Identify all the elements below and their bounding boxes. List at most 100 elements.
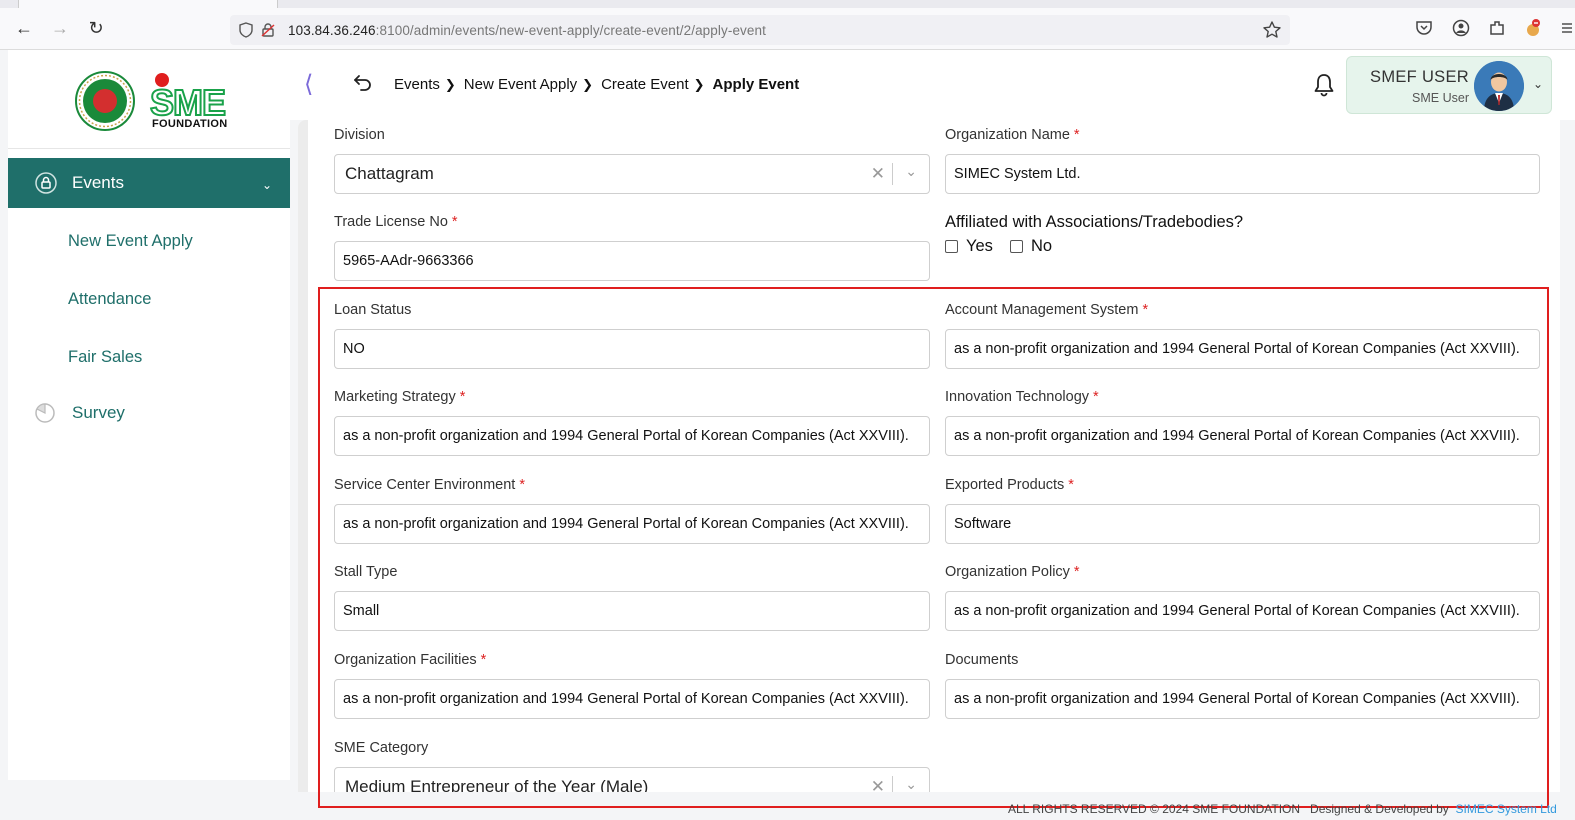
account-mgmt-label: Account Management System * — [945, 302, 1148, 318]
notification-bell-icon[interactable] — [1312, 72, 1336, 98]
exported-label: Exported Products * — [945, 477, 1074, 493]
stall-type-input[interactable]: Small — [334, 591, 930, 631]
addon-icon[interactable] — [1523, 18, 1543, 38]
user-role: SME User — [1412, 91, 1469, 105]
stall-type-label-text: Stall Type — [334, 564, 398, 580]
affiliated-yes-option[interactable]: Yes — [945, 237, 993, 256]
service-center-label: Service Center Environment * — [334, 477, 525, 493]
url-text: 103.84.36.246:8100/admin/events/new-even… — [288, 23, 766, 38]
breadcrumb-create-event[interactable]: Create Event — [601, 76, 689, 93]
sidebar-collapse-icon[interactable]: ⟨ — [304, 70, 313, 99]
required-marker: * — [459, 389, 466, 405]
lock-icon — [35, 172, 57, 194]
chevron-right-icon: ❯ — [444, 76, 456, 92]
clear-icon[interactable]: ✕ — [871, 164, 885, 184]
required-marker: * — [480, 652, 487, 668]
sidebar-subitem-new-event-apply[interactable]: New Event Apply — [68, 232, 193, 251]
required-marker: * — [1073, 564, 1080, 580]
insecure-lock-icon[interactable] — [258, 20, 278, 40]
logo-subtext: FOUNDATION — [152, 118, 228, 130]
clear-icon[interactable]: ✕ — [871, 777, 885, 792]
user-name: SMEF USER — [1370, 68, 1469, 86]
marketing-label: Marketing Strategy * — [334, 389, 465, 405]
loan-status-input[interactable]: NO — [334, 329, 930, 369]
sme-category-select[interactable]: Medium Entrepreneur of the Year (Male) ✕… — [334, 767, 930, 792]
innovation-input[interactable]: as a non-profit organization and 1994 Ge… — [945, 416, 1540, 456]
breadcrumb-apply-event: Apply Event — [712, 76, 800, 93]
account-mgmt-input[interactable]: as a non-profit organization and 1994 Ge… — [945, 329, 1540, 369]
chevron-right-icon: ❯ — [693, 76, 705, 92]
user-menu[interactable]: SMEF USER SME User ⌄ — [1346, 56, 1552, 114]
browser-tab[interactable] — [18, 0, 278, 8]
required-marker: * — [519, 477, 525, 493]
sidebar-divider — [8, 148, 290, 149]
undo-back-icon[interactable] — [352, 72, 374, 94]
documents-label-text: Documents — [945, 652, 1019, 668]
org-name-label-text: Organization Name — [945, 127, 1070, 143]
marketing-input[interactable]: as a non-profit organization and 1994 Ge… — [334, 416, 930, 456]
trade-license-label: Trade License No * — [334, 214, 458, 230]
sidebar-item-events-label: Events — [72, 173, 124, 192]
browser-toolbar: ← → ↻ 103.84.36.246:8100/admin/events/ne… — [0, 0, 1575, 50]
trade-license-input[interactable]: 5965-AAdr-9663366 — [334, 241, 930, 281]
division-value: Chattagram — [345, 164, 434, 183]
sidebar-item-events[interactable]: Events ⌄ — [8, 158, 290, 208]
yes-checkbox[interactable] — [945, 240, 958, 253]
marketing-label-text: Marketing Strategy — [334, 389, 456, 405]
documents-label: Documents — [945, 652, 1018, 668]
chevron-down-icon[interactable]: ⌄ — [905, 776, 917, 792]
no-label: No — [1031, 237, 1053, 255]
sidebar-subitem-attendance[interactable]: Attendance — [68, 290, 151, 309]
reload-icon[interactable]: ↻ — [84, 16, 108, 40]
bookmark-star-icon[interactable] — [1262, 20, 1282, 40]
trade-license-label-text: Trade License No — [334, 214, 448, 230]
top-header: ⟨ Events ❯ New Event Apply ❯ Create Event ❯… — [290, 50, 1575, 120]
division-select[interactable]: Chattagram ✕ ⌄ — [334, 154, 930, 194]
breadcrumb-events[interactable]: Events — [394, 76, 440, 93]
footer: ALL RIGHTS RESERVED © 2024 SME FOUNDATIO… — [1008, 802, 1557, 816]
innovation-label: Innovation Technology * — [945, 389, 1099, 405]
browser-tabstrip — [0, 0, 1575, 8]
pocket-icon[interactable] — [1414, 18, 1434, 38]
url-bar[interactable]: 103.84.36.246:8100/admin/events/new-even… — [230, 15, 1290, 45]
select-separator — [892, 163, 893, 185]
required-marker: * — [451, 214, 458, 230]
apply-event-form: Division Chattagram ✕ ⌄ Organization Nam… — [298, 120, 1560, 792]
account-mgmt-label-text: Account Management System — [945, 302, 1139, 318]
sme-foundation-logo[interactable]: SME FOUNDATION — [74, 68, 234, 133]
org-policy-label: Organization Policy * — [945, 564, 1080, 580]
sidebar-item-survey[interactable]: Survey — [34, 402, 125, 424]
required-marker: * — [1068, 477, 1074, 493]
org-name-input[interactable]: SIMEC System Ltd. — [945, 154, 1540, 194]
sidebar: SME FOUNDATION Events ⌄ New Event Apply … — [8, 50, 290, 780]
forward-arrow-icon[interactable]: → — [48, 16, 72, 40]
sidebar-subitem-fair-sales[interactable]: Fair Sales — [68, 348, 142, 367]
shield-icon[interactable] — [236, 20, 256, 40]
required-marker: * — [1093, 389, 1099, 405]
chevron-down-icon[interactable]: ⌄ — [905, 163, 917, 180]
menu-icon[interactable] — [1556, 18, 1575, 38]
url-host: 103.84.36.246 — [288, 22, 376, 38]
exported-input[interactable]: Software — [945, 504, 1540, 544]
service-center-input[interactable]: as a non-profit organization and 1994 Ge… — [334, 504, 930, 544]
affiliated-no-option[interactable]: No — [1010, 237, 1052, 256]
org-facilities-input[interactable]: as a non-profit organization and 1994 Ge… — [334, 679, 930, 719]
documents-input[interactable]: as a non-profit organization and 1994 Ge… — [945, 679, 1540, 719]
footer-brand-link[interactable]: SIMEC System Ltd — [1455, 802, 1556, 816]
org-facilities-label: Organization Facilities * — [334, 652, 486, 668]
division-label-text: Division — [334, 127, 385, 143]
required-marker: * — [1142, 302, 1149, 318]
loan-status-label-text: Loan Status — [334, 302, 412, 318]
extensions-icon[interactable] — [1487, 18, 1507, 38]
org-policy-input[interactable]: as a non-profit organization and 1994 Ge… — [945, 591, 1540, 631]
sidebar-item-survey-label: Survey — [72, 403, 125, 422]
service-center-label-text: Service Center Environment — [334, 477, 516, 493]
back-arrow-icon[interactable]: ← — [12, 16, 36, 40]
required-marker: * — [1073, 127, 1080, 143]
innovation-label-text: Innovation Technology — [945, 389, 1090, 405]
no-checkbox[interactable] — [1010, 240, 1023, 253]
url-path: :8100/admin/events/new-event-apply/creat… — [375, 22, 766, 38]
breadcrumb-new-event-apply[interactable]: New Event Apply — [464, 76, 577, 93]
account-icon[interactable] — [1451, 18, 1471, 38]
org-policy-label-text: Organization Policy — [945, 564, 1070, 580]
